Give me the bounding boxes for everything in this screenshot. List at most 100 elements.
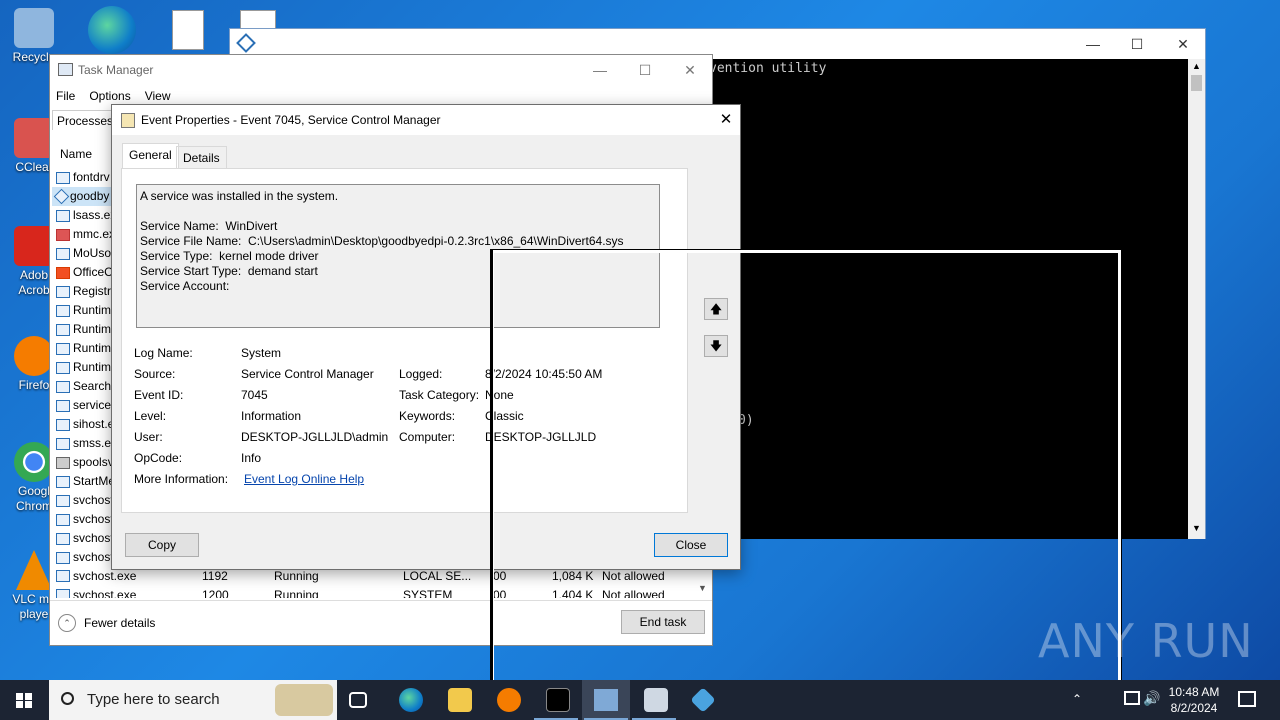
search-icon xyxy=(61,692,74,705)
scroll-up-icon[interactable]: ▲ xyxy=(1192,61,1201,71)
task-view-icon[interactable] xyxy=(349,692,367,708)
process-name: OfficeC xyxy=(73,265,113,279)
printer-icon xyxy=(56,456,70,469)
label-event-id: Event ID: xyxy=(134,388,184,402)
tab-general-label: General xyxy=(129,148,172,162)
notification-icon[interactable] xyxy=(1238,691,1256,707)
anyrun-watermark: ANY RUN xyxy=(1038,614,1254,668)
label-logged: Logged: xyxy=(399,367,443,381)
process-name: svchost xyxy=(73,493,114,507)
dialog-title: Event Properties - Event 7045, Service C… xyxy=(141,113,441,127)
process-name: svchost xyxy=(73,512,114,526)
previous-event-button[interactable]: 🡅 xyxy=(704,298,728,320)
process-name: StartMe xyxy=(73,474,116,488)
tab-details[interactable]: Details xyxy=(176,146,227,170)
tab-general[interactable]: General xyxy=(122,143,179,169)
process-icon xyxy=(56,418,70,431)
maximize-button[interactable]: ☐ xyxy=(1114,29,1160,59)
event-description[interactable]: A service was installed in the system. S… xyxy=(136,184,660,328)
process-memory: 1,404 K xyxy=(552,588,594,598)
tab-processes[interactable]: Processes xyxy=(52,110,119,130)
end-task-button[interactable]: End task xyxy=(621,610,705,634)
chevron-up-icon: ⌃ xyxy=(58,614,76,632)
process-icon xyxy=(56,570,70,582)
close-button[interactable]: ✕ xyxy=(667,55,713,85)
scroll-down-icon[interactable]: ▼ xyxy=(1192,523,1201,533)
menu-file[interactable]: File xyxy=(56,85,75,107)
label-more-information: More Information: xyxy=(134,472,229,486)
label-keywords: Keywords: xyxy=(399,409,456,423)
process-list-scroll-down-icon[interactable]: ▼ xyxy=(698,583,707,593)
minimize-button[interactable]: — xyxy=(1070,29,1116,59)
process-icon xyxy=(56,589,70,598)
close-button[interactable]: ✕ xyxy=(1160,29,1206,59)
process-name: svchost xyxy=(73,531,114,545)
firefox-taskbar-icon[interactable] xyxy=(497,688,521,712)
process-name: svchost xyxy=(73,550,114,564)
clock-date: 8/2/2024 xyxy=(1170,701,1218,715)
event-properties-dialog[interactable]: Event Properties - Event 7045, Service C… xyxy=(111,104,741,570)
edge-desktop-icon[interactable] xyxy=(88,6,136,54)
process-name: MoUso xyxy=(73,246,112,260)
cmd-taskbar-icon[interactable] xyxy=(546,688,570,712)
windows-logo-icon xyxy=(16,693,32,708)
file-explorer-icon[interactable] xyxy=(448,688,472,712)
close-button[interactable]: Close xyxy=(654,533,728,557)
value-user: DESKTOP-JGLLJLD\admin xyxy=(241,430,389,444)
value-computer: DESKTOP-JGLLJLD xyxy=(485,430,597,444)
column-header-name[interactable]: Name xyxy=(60,147,92,161)
value-logged: 8/2/2024 10:45:50 AM xyxy=(485,367,603,381)
process-icon xyxy=(56,285,70,298)
process-user: SYSTEM xyxy=(403,588,453,598)
edge-taskbar-icon[interactable] xyxy=(399,688,423,712)
search-highlight-image xyxy=(275,684,333,716)
console-app-icon xyxy=(236,33,256,53)
task-manager-titlebar[interactable]: Task Manager — ☐ ✕ xyxy=(50,55,712,85)
process-icon xyxy=(56,266,70,279)
process-cpu: 00 xyxy=(493,588,507,598)
table-row[interactable]: svchost.exe 1200 Running SYSTEM 00 1,404… xyxy=(52,586,692,598)
copy-button[interactable]: Copy xyxy=(125,533,199,557)
task-manager-title: Task Manager xyxy=(78,63,154,77)
maximize-button[interactable]: ☐ xyxy=(622,55,668,85)
event-viewer-icon xyxy=(121,113,135,128)
label-user: User: xyxy=(134,430,163,444)
process-icon xyxy=(56,399,70,412)
console-text-line: vention utility xyxy=(709,61,827,76)
image-file-icon[interactable] xyxy=(172,10,204,50)
network-icon[interactable] xyxy=(1124,691,1140,705)
taskbar-search-box[interactable]: Type here to search xyxy=(49,680,337,720)
tab-processes-label: Processes xyxy=(57,114,114,128)
taskbar-clock[interactable]: 10:48 AM 8/2/2024 xyxy=(1166,684,1222,716)
general-panel: A service was installed in the system. S… xyxy=(121,168,688,513)
search-placeholder: Type here to search xyxy=(87,691,220,708)
process-name: spoolsv xyxy=(73,455,114,469)
task-manager-taskbar-button[interactable] xyxy=(582,680,630,720)
volume-icon[interactable]: 🔊 xyxy=(1143,690,1160,707)
label-task-category: Task Category: xyxy=(399,388,480,402)
console-scrollbar[interactable]: ▲ ▼ xyxy=(1188,59,1205,539)
process-icon xyxy=(56,494,70,507)
process-name: Runtim xyxy=(73,303,112,317)
process-icon xyxy=(56,437,70,450)
recycle-bin-icon xyxy=(14,8,54,48)
process-icon xyxy=(56,475,70,488)
process-pid: 1200 xyxy=(202,588,229,598)
label-level: Level: xyxy=(134,409,167,423)
task-manager-footer xyxy=(50,600,712,601)
event-viewer-taskbar-icon[interactable] xyxy=(644,688,668,712)
process-icon xyxy=(56,532,70,545)
scroll-thumb[interactable] xyxy=(1191,75,1202,91)
dialog-titlebar[interactable]: Event Properties - Event 7045, Service C… xyxy=(112,105,740,135)
document-file-icon[interactable] xyxy=(240,10,276,30)
minimize-button[interactable]: — xyxy=(577,55,623,85)
process-icon xyxy=(53,188,70,205)
fewer-details-button[interactable]: ⌃ Fewer details xyxy=(58,613,155,633)
task-manager-icon xyxy=(58,63,73,76)
dialog-close-icon[interactable]: ✕ xyxy=(712,105,740,135)
next-event-button[interactable]: 🡇 xyxy=(704,335,728,357)
goodbyedpi-taskbar-icon[interactable] xyxy=(690,687,716,713)
show-hidden-icons-chevron-icon[interactable]: ⌃ xyxy=(1072,692,1082,706)
start-button[interactable] xyxy=(0,680,48,720)
event-log-online-help-link[interactable]: Event Log Online Help xyxy=(244,472,364,486)
